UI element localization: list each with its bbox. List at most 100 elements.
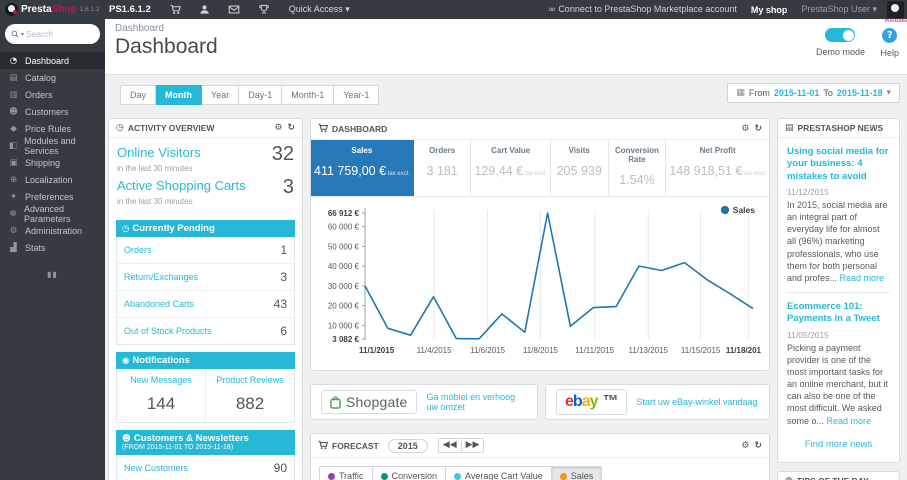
refresh-icon[interactable]: ↻	[287, 123, 295, 133]
stat-label[interactable]: Online Visitors	[117, 145, 201, 160]
user-avatar[interactable]: PrestaShop	[885, 1, 907, 23]
x-tick-label: 11/13/2015	[629, 346, 669, 355]
next-year-button[interactable]: ▶▶	[461, 438, 485, 453]
sidebar-item-orders[interactable]: ▥ Orders	[0, 86, 105, 103]
messages-icon[interactable]	[228, 4, 240, 15]
stat-count: 882	[235, 394, 265, 413]
range-button-month[interactable]: Month	[156, 85, 203, 105]
sidebar-item-stats[interactable]: ▟ Stats	[0, 239, 105, 256]
range-button-year-1[interactable]: Year-1	[334, 85, 380, 105]
kpi-tab-cart-value[interactable]: Cart Value 129,44 € tax excl.	[471, 140, 551, 196]
sidebar-search[interactable]: ▾	[5, 24, 100, 44]
user-menu[interactable]: PrestaShop User ▾	[801, 4, 877, 15]
x-tick-label: 11/8/2015	[523, 346, 559, 355]
shopgate-promo-link[interactable]: Ga mobiel en verhoog uw omzet	[427, 392, 527, 412]
x-tick-label: 11/1/2015	[359, 346, 395, 355]
range-button-month-1[interactable]: Month-1	[282, 85, 335, 105]
legend-label-sales: Sales	[732, 205, 755, 215]
previous-year-button[interactable]: ◀◀	[437, 438, 462, 453]
date-range-picker[interactable]: ▦ From 2015-11-01 To 2015-11-18 ▾	[727, 83, 900, 103]
metric-button-average-cart-value[interactable]: Average Cart Value	[446, 466, 552, 480]
sidebar-item-localization[interactable]: ⊕ Localization	[0, 171, 105, 188]
kpi-tab-orders[interactable]: Orders 3 181	[414, 140, 472, 196]
stat-link[interactable]: Orders	[124, 245, 152, 255]
stat-link[interactable]: Out of Stock Products	[124, 326, 212, 336]
shopgate-promo-panel: Shopgate Ga mobiel en verhoog uw omzet	[310, 384, 538, 420]
gear-icon[interactable]: ⚙	[274, 123, 282, 133]
range-button-day-1[interactable]: Day-1	[239, 85, 283, 105]
sidebar-collapse-control[interactable]: ▮▮	[0, 270, 105, 279]
marketplace-link[interactable]: ∞ Connect to PrestaShop Marketplace acco…	[548, 4, 737, 15]
my-shop-link[interactable]: My shop	[751, 5, 788, 15]
metric-label: Sales	[570, 471, 594, 480]
stat-link[interactable]: Product Reviews	[216, 375, 284, 385]
stat-link[interactable]: New Messages	[130, 375, 192, 385]
y-tick-label: 10 000 €	[328, 321, 360, 330]
stat-columns: New Messages 144 Product Reviews 882	[117, 369, 294, 422]
demo-mode-toggle[interactable]	[825, 28, 856, 42]
stat-cell-new-messages: New Messages 144	[117, 369, 206, 422]
activity-panel-title: ACTIVITY OVERVIEW	[127, 123, 215, 133]
sidebar-item-customers[interactable]: ☻ Customers	[0, 103, 105, 120]
read-more-link[interactable]: Read more	[827, 416, 872, 426]
sidebar-item-dashboard[interactable]: ◔ Dashboard	[0, 52, 105, 69]
quick-access-dropdown[interactable]: Quick Access ▾	[289, 4, 350, 15]
sales-chart: 66 912 € 60 000 € 50 000 € 40 000 € 30 000 €…	[328, 208, 762, 355]
kpi-label: Net Profit	[699, 146, 736, 155]
trophy-icon[interactable]	[258, 4, 270, 15]
search-scope-caret[interactable]: ▾	[21, 31, 24, 38]
range-button-year[interactable]: Year	[202, 85, 240, 105]
metric-button-sales[interactable]: Sales	[551, 466, 603, 480]
find-more-news-link[interactable]: Find more news	[787, 439, 890, 450]
kpi-tab-net-profit[interactable]: Net Profit 148 918,51 € tax excl.	[666, 140, 769, 196]
stat-link[interactable]: New Customers	[124, 463, 188, 473]
read-more-link[interactable]: Read more	[840, 273, 885, 283]
article-title-link[interactable]: Using social media for your business: 4 …	[787, 146, 890, 183]
refresh-icon[interactable]: ↻	[754, 441, 762, 451]
lightbulb-icon: ◍	[785, 476, 793, 480]
credit-card-icon: ▥	[9, 89, 18, 100]
stat-link[interactable]: Abandoned Carts	[124, 299, 194, 309]
customers-icon[interactable]	[199, 4, 210, 15]
kpi-tab-visits[interactable]: Visits 205 939	[551, 140, 609, 196]
sidebar-item-preferences[interactable]: ✦ Preferences	[0, 188, 105, 205]
kpi-label: Conversion Rate	[614, 146, 659, 164]
kpi-tab-conversion-rate[interactable]: Conversion Rate 1.54%	[609, 140, 667, 196]
ebay-promo-panel: ebay ™ Start uw eBay-winkel vandaag	[545, 384, 770, 420]
sidebar-item-price-rules[interactable]: ◆ Price Rules	[0, 120, 105, 137]
kpi-value: 411 759,00 € tax excl.	[314, 164, 410, 178]
stat-row-abandoned-carts: Abandoned Carts 43	[117, 291, 294, 318]
range-button-day[interactable]: Day	[120, 85, 157, 105]
sidebar-item-modules-and-services[interactable]: ◧ Modules and Services	[0, 136, 105, 156]
ebay-promo-link[interactable]: Start uw eBay-winkel vandaag	[637, 397, 758, 407]
sidebar-item-administration[interactable]: ⚙ Administration	[0, 222, 105, 239]
brand-version: 1.6.1.2	[79, 6, 100, 13]
forecast-year[interactable]: 2015	[387, 438, 428, 453]
metric-button-traffic[interactable]: Traffic	[319, 466, 373, 480]
stat-link[interactable]: Return/Exchanges	[124, 272, 198, 282]
prestashop-news-panel: ▤ PRESTASHOP NEWS Using social media for…	[777, 118, 900, 463]
sidebar-item-label: Advanced Parameters	[24, 203, 71, 224]
stat-label[interactable]: Active Shopping Carts	[117, 178, 246, 193]
gear-icon[interactable]: ⚙	[741, 124, 749, 134]
kpi-tab-sales[interactable]: Sales 411 759,00 € tax excl.	[311, 140, 414, 196]
metric-button-conversion[interactable]: Conversion	[372, 466, 447, 480]
search-input[interactable]	[26, 29, 82, 39]
clock-icon: ◷	[116, 123, 124, 133]
chart-legend[interactable]: Sales	[720, 205, 755, 215]
refresh-icon[interactable]: ↻	[754, 124, 762, 134]
sidebar-item-advanced-parameters[interactable]: ☸ Advanced Parameters	[0, 203, 105, 224]
cart-icon[interactable]	[170, 4, 181, 15]
article-title-link[interactable]: Ecommerce 101: Payments in a Tweet	[787, 301, 890, 326]
stat-count: 144	[146, 394, 176, 413]
gear-icon[interactable]: ⚙	[741, 441, 749, 451]
sales-line-series	[364, 212, 754, 340]
sidebar-item-catalog[interactable]: ▤ Catalog	[0, 69, 105, 86]
help-icon[interactable]: ?	[882, 28, 898, 43]
forecast-metric-buttons: Traffic Conversion Average Cart Value Sales	[311, 458, 769, 480]
shop-version-label: PS1.6.1.2	[109, 4, 151, 15]
breadcrumb[interactable]: Dashboard	[115, 23, 897, 34]
section-title: Customers & Newsletters	[133, 433, 249, 444]
prestashop-logo[interactable]: PrestaShop 1.6.1.2	[0, 3, 105, 16]
sidebar-item-shipping[interactable]: ▣ Shipping	[0, 154, 105, 171]
